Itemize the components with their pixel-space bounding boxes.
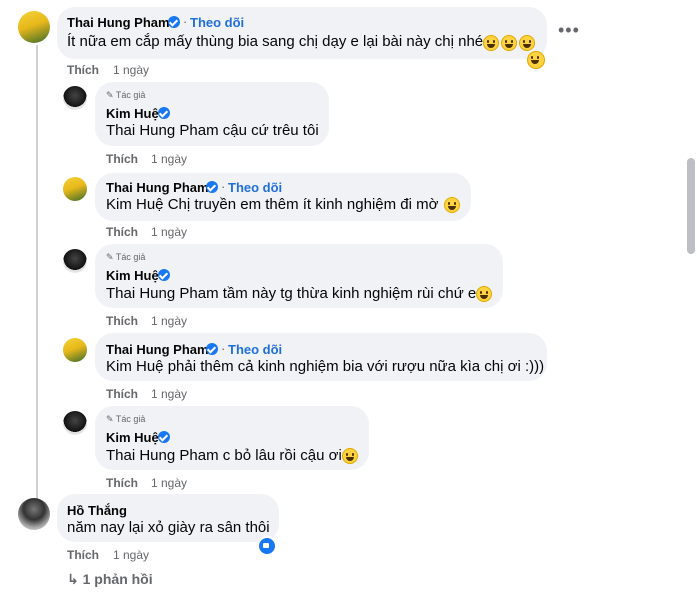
comment-time[interactable]: 1 ngày: [151, 387, 187, 401]
comment-text: Thai Hung Pham tầm này tg thừa kinh nghi…: [106, 285, 476, 302]
comment-time[interactable]: 1 ngày: [151, 476, 187, 490]
more-options-icon[interactable]: •••: [558, 20, 580, 41]
avatar[interactable]: [63, 338, 87, 362]
mention-link[interactable]: Kim Huệ: [106, 196, 164, 213]
grinning-emoji-icon: [476, 286, 492, 302]
like-button[interactable]: Thích: [67, 548, 99, 562]
comment-author[interactable]: Hồ Thắng: [67, 503, 127, 518]
separator-dot: ·: [221, 179, 226, 194]
author-badge-label: Tác giả: [115, 90, 146, 100]
author-badge-label: Tác giả: [115, 414, 146, 424]
follow-link[interactable]: Theo dõi: [228, 180, 282, 195]
separator-dot: ·: [221, 341, 226, 356]
comment-text-body: Chị truyền em thêm ít kinh nghiệm đi mờ: [163, 196, 439, 213]
verified-badge-icon: [158, 431, 170, 443]
comment-text-body: phải thêm cả kinh nghiệm bia với rượu nữ…: [163, 358, 545, 375]
comment-text: Kim Huệ phải thêm cả kinh nghiệm bia với…: [106, 358, 544, 375]
mention-link[interactable]: Kim Huệ: [106, 358, 164, 375]
like-button[interactable]: Thích: [106, 152, 138, 166]
mention-link[interactable]: Thai Hung Pham: [106, 447, 219, 464]
verified-badge-icon: [168, 16, 180, 28]
thread-line: [36, 45, 38, 515]
comment-text: Ít nữa em cắp mấy thùng bia sang chị dạy…: [67, 33, 484, 50]
comment-author[interactable]: Thai Hung Pham: [67, 15, 170, 30]
comment-text-body: tầm này tg thừa kinh nghiệm rùi chứ e: [218, 285, 477, 302]
grinning-emoji-icon: [519, 35, 535, 51]
view-replies-link[interactable]: ↳ 1 phản hồi: [67, 571, 153, 588]
comment-time[interactable]: 1 ngày: [151, 225, 187, 239]
follow-link[interactable]: Theo dõi: [228, 342, 282, 357]
pencil-icon: ✎: [106, 414, 114, 424]
comment-author[interactable]: Thai Hung Pham: [106, 180, 209, 195]
pencil-icon: ✎: [106, 252, 114, 262]
pencil-icon: ✎: [106, 90, 114, 100]
comment-author[interactable]: Thai Hung Pham: [106, 342, 209, 357]
comment-time[interactable]: 1 ngày: [113, 548, 149, 562]
like-reaction-icon[interactable]: [257, 536, 277, 556]
grinning-emoji-icon: [444, 197, 460, 213]
avatar[interactable]: [18, 11, 50, 43]
grinning-emoji-icon: [483, 35, 499, 51]
avatar[interactable]: [63, 177, 87, 201]
comment-time[interactable]: 1 ngày: [113, 63, 149, 77]
laughing-emoji-icon: [527, 51, 545, 69]
avatar[interactable]: [63, 249, 87, 273]
avatar[interactable]: [63, 411, 87, 435]
reply-arrow-icon: ↳: [67, 571, 79, 587]
follow-link[interactable]: Theo dõi: [190, 15, 244, 30]
like-button[interactable]: Thích: [67, 63, 99, 77]
mention-link[interactable]: Thai Hung Pham: [106, 122, 219, 139]
comment-author[interactable]: Kim Huệ: [106, 106, 159, 121]
avatar[interactable]: [63, 86, 87, 110]
verified-badge-icon: [158, 269, 170, 281]
grinning-emoji-icon: [501, 35, 517, 51]
verified-badge-icon: [206, 343, 218, 355]
separator-dot: ·: [183, 14, 188, 29]
verified-badge-icon: [158, 107, 170, 119]
comment-text: năm nay lại xỏ giày ra sân thôi: [67, 519, 270, 536]
avatar[interactable]: [18, 498, 50, 530]
comment-text: Thai Hung Pham cậu cứ trêu tôi: [106, 122, 319, 139]
comment-text: Kim Huệ Chị truyền em thêm ít kinh nghiệ…: [106, 196, 438, 213]
comment-time[interactable]: 1 ngày: [151, 314, 187, 328]
comment-text-body: c bỏ lâu rồi cậu ơi: [218, 447, 342, 464]
author-badge: ✎ Tác giả: [106, 414, 145, 425]
comment-time[interactable]: 1 ngày: [151, 152, 187, 166]
author-badge: ✎ Tác giả: [106, 90, 145, 101]
comment-text-body: cậu cứ trêu tôi: [218, 122, 319, 139]
comment-text: Thai Hung Pham c bỏ lâu rồi cậu ơi: [106, 447, 342, 464]
comment-author[interactable]: Kim Huệ: [106, 268, 159, 283]
like-button[interactable]: Thích: [106, 476, 138, 490]
like-button[interactable]: Thích: [106, 314, 138, 328]
mention-link[interactable]: Thai Hung Pham: [106, 285, 219, 302]
like-button[interactable]: Thích: [106, 387, 138, 401]
view-replies-label[interactable]: 1 phản hồi: [83, 571, 153, 587]
author-badge-label: Tác giả: [115, 252, 146, 262]
author-badge: ✎ Tác giả: [106, 252, 145, 263]
verified-badge-icon: [206, 181, 218, 193]
like-button[interactable]: Thích: [106, 225, 138, 239]
comment-author[interactable]: Kim Huệ: [106, 430, 159, 445]
rolling-laughing-emoji-icon: [342, 448, 358, 464]
scrollbar-thumb[interactable]: [687, 158, 695, 254]
